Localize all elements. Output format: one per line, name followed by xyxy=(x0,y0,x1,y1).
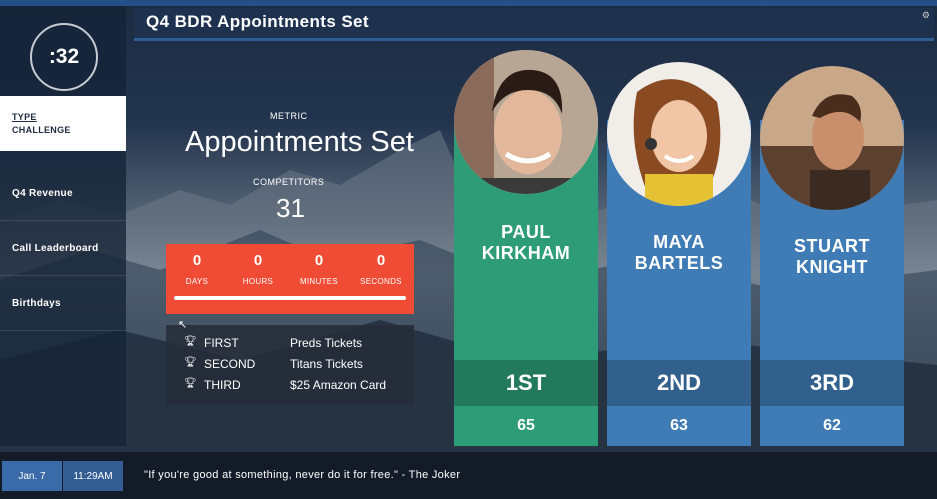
prize-place: FIRST xyxy=(204,336,239,350)
leader-rank: 2ND xyxy=(607,360,751,406)
leader-score: 65 xyxy=(517,417,535,434)
leader-name: Paul Kirkham xyxy=(454,222,598,264)
prize-row-first: 🏆︎ FIRST Preds Tickets xyxy=(166,336,414,356)
sidebar-item-label: Q4 Revenue xyxy=(12,187,73,199)
page-title: Q4 BDR Appointments Set xyxy=(146,12,369,31)
trophy-icon: 🏆︎ xyxy=(184,336,197,347)
prize-place: THIRD xyxy=(204,378,241,392)
countdown-days: 0 DAYS xyxy=(172,252,222,286)
sidebar-item-q4-revenue[interactable]: Q4 Revenue xyxy=(0,166,126,221)
prize-reward: $25 Amazon Card xyxy=(290,378,387,392)
trophy-icon: 🏆︎ xyxy=(184,357,197,368)
leader-rank: 1ST xyxy=(454,360,598,406)
countdown-minutes-unit: MINUTES xyxy=(299,277,339,286)
countdown-hours: 0 HOURS xyxy=(233,252,283,286)
leader-score: 63 xyxy=(670,417,688,434)
sidebar-item-label: Call Leaderboard xyxy=(12,242,99,254)
competitors-count: 31 xyxy=(276,193,305,223)
prize-reward: Titans Tickets xyxy=(290,357,363,371)
top-accent-bar xyxy=(0,0,937,6)
metric-value: Appointments Set xyxy=(185,126,414,158)
sidebar-item-call-leaderboard[interactable]: Call Leaderboard xyxy=(0,221,126,276)
prize-reward: Preds Tickets xyxy=(290,336,363,350)
avatar xyxy=(607,62,751,206)
prize-row-third: 🏆︎ THIRD $25 Amazon Card xyxy=(166,378,414,398)
competitors-label: COMPETITORS xyxy=(253,177,325,187)
countdown-hours-value: 0 xyxy=(253,252,263,269)
countdown-minutes-value: 0 xyxy=(314,252,324,269)
countdown-days-value: 0 xyxy=(192,252,202,269)
metric-label: METRIC xyxy=(270,111,308,121)
countdown-seconds-unit: SECONDS xyxy=(360,277,402,286)
countdown-minutes: 0 MINUTES xyxy=(294,252,344,286)
countdown-seconds: 0 SECONDS xyxy=(356,252,406,286)
ticker-bar: Jan. 7 11:29AM "If you're good at someth… xyxy=(0,452,937,499)
prize-place: SECOND xyxy=(204,357,256,371)
leader-last-name: Bartels xyxy=(634,253,724,273)
gear-icon[interactable]: ⚙ xyxy=(922,10,930,21)
leader-first-name: Stuart xyxy=(794,236,870,256)
leader-name: Maya Bartels xyxy=(607,232,751,274)
countdown-days-unit: DAYS xyxy=(185,277,209,286)
leader-first-name: Maya xyxy=(653,232,705,252)
leader-last-name: Kirkham xyxy=(481,243,571,263)
prizes-panel: 🏆︎ FIRST Preds Tickets 🏆︎ SECOND Titans … xyxy=(166,325,414,405)
avatar xyxy=(760,66,904,210)
sidebar-item-type-challenge[interactable]: Type Challenge xyxy=(0,96,126,151)
sidebar-item-label: Birthdays xyxy=(12,297,61,309)
sidebar-type-label: Type xyxy=(12,111,37,122)
avatar xyxy=(454,50,598,194)
countdown-progress-bar xyxy=(174,296,406,300)
sidebar-item-birthdays[interactable]: Birthdays xyxy=(0,276,126,331)
trophy-icon: 🏆︎ xyxy=(184,378,197,389)
mouse-cursor-icon: ↖ xyxy=(178,319,188,331)
leader-rank: 3RD xyxy=(760,360,904,406)
countdown-hours-unit: HOURS xyxy=(242,277,274,286)
prize-row-second: 🏆︎ SECOND Titans Tickets xyxy=(166,357,414,377)
sidebar: :32 Type Challenge Q4 Revenue Call Leade… xyxy=(0,6,126,446)
leader-score: 62 xyxy=(823,417,841,434)
rotation-timer: :32 xyxy=(30,23,98,91)
countdown-seconds-value: 0 xyxy=(376,252,386,269)
countdown-panel: 0 DAYS 0 HOURS 0 MINUTES 0 SECONDS xyxy=(166,244,414,314)
sidebar-challenge-label: Challenge xyxy=(12,124,71,135)
ticker-time: 11:29AM xyxy=(63,461,123,491)
header-bar: Q4 BDR Appointments Set ⚙ xyxy=(134,8,934,41)
ticker-quote: "If you're good at something, never do i… xyxy=(144,469,461,481)
leader-name: Stuart Knight xyxy=(760,236,904,278)
ticker-date: Jan. 7 xyxy=(2,461,62,491)
leader-first-name: Paul xyxy=(501,222,551,242)
leader-last-name: Knight xyxy=(796,257,868,277)
